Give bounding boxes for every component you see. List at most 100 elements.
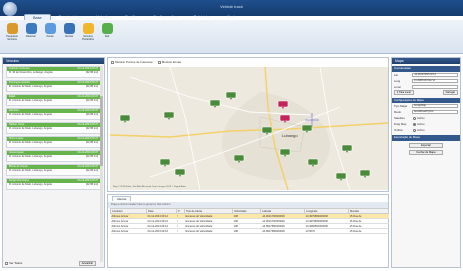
vehicle-speed: [22,95 km] [85, 98, 98, 102]
go-to-location-button[interactable]: Ir Para Local [394, 90, 414, 95]
vehicle-speed: [22,95 km] [85, 168, 98, 172]
ribbon-button-label: Pesquisar Veículos [6, 35, 18, 41]
long-field[interactable]: 13,49658157821714 [412, 78, 458, 83]
outline-label: Outline [394, 128, 403, 132]
checkbox-icon [157, 60, 161, 64]
vehicle-card-row: R. Antonio de Melo, Lubango, Angola [22,9… [7, 99, 100, 103]
vehicle-address: R. Antonio de Melo, Lubango, Angola [9, 98, 52, 102]
show-zones-checkbox[interactable]: Mostrar Zonas [157, 60, 182, 64]
vehicle-speed: [22,95 km] [85, 182, 98, 186]
map-view[interactable]: Lubango Bing © 2013 Nokia, Tele Atlas/Mi… [110, 67, 388, 190]
vehicle-card-row: R. Antonio de Melo, Lubango, Angola [22,9… [7, 155, 100, 159]
drag-map-radio[interactable] [413, 122, 416, 126]
vehicle-speed: [22,95 km] [85, 126, 98, 130]
alerts-table: Condutor Data P Tipo de Alerta Velocidade Lat… [110, 208, 389, 234]
vehicle-speed: [22,95 km] [85, 140, 98, 144]
vehicle-card-row: R. Antonio de Melo, Lubango, Angola [32,9… [7, 85, 100, 89]
ribbon-button-3[interactable]: Alertas [61, 23, 77, 38]
mode-label: Modo [394, 110, 401, 114]
table-row[interactable]: Alfonso Arimar 04-12-2013 09:12! Excesso d… [110, 228, 389, 234]
vehicle-card[interactable]: Domingos Gambo 04-12-2013 09:47 R. Antonio… [6, 80, 101, 92]
table-cell: -14,8917580000000 [260, 228, 305, 234]
window-title: Vehicle track [220, 4, 243, 9]
vehicle-list: Joachim Cortesse 03-12-2013 09:47 R. 30 de… [3, 66, 104, 190]
scrollbar-thumb[interactable] [100, 96, 103, 166]
vehicle-card-row: R. Antonio de Melo, Lubango, Angola [20,9… [7, 113, 100, 117]
export-section: Exportação de Mapa [392, 135, 460, 141]
vehicle-card[interactable]: Victor Lopes 04-12-2013 09:47 R. Antonio d… [6, 136, 101, 148]
ribbon-button-1[interactable]: Rastrear [23, 23, 39, 38]
ribbon-button-5[interactable]: Sair [99, 23, 115, 38]
vehicle-list-scrollbar[interactable] [100, 66, 103, 262]
outline-radio[interactable] [413, 128, 416, 132]
vehicle-card[interactable]: Jesus Aguiar 04-12-2013 09:47 R. Antonio d… [6, 150, 101, 162]
close-map-button[interactable]: Fechar de Mapa [409, 149, 443, 155]
mode-select[interactable]: Aerial/Road/Hybrid [412, 110, 458, 114]
ribbon-button-label: Veículos Preferidos [82, 35, 94, 41]
satellite-active-label: Activo [417, 116, 425, 120]
ribbon-button-label: Sair [104, 35, 110, 38]
load-button[interactable]: Carregar [442, 90, 458, 95]
show-points-checkbox[interactable]: Mostrar Pontos de Interesse [111, 60, 153, 64]
ribbon-toolbar: Pesquisar Veículos Rastrear Zonas Alertas Ve… [0, 20, 463, 54]
local-label: Local [394, 84, 401, 89]
track-icon [25, 23, 37, 34]
vehicle-card[interactable]: Sergio Domingos 04-12-2013 09:47 R. Antoni… [6, 178, 101, 190]
alerts-table-body: Alfonso Arimar 04-12-2013 09:12! Excesso d… [110, 213, 389, 234]
map-type-select[interactable]: GoogleMap [412, 104, 458, 108]
vehicle-card[interactable]: Edzarha 04-12-2013 09:47 R. Antonio de Mel… [6, 108, 101, 120]
table-cell: 108 [232, 228, 261, 234]
ribbon-button-label: Alertas [64, 35, 74, 38]
export-button[interactable]: Exportar [409, 142, 443, 148]
vehicle-card-row: R. Antonio de Melo, Lubango, Angola [22,9… [7, 141, 100, 145]
table-cell: 13,5070 [304, 228, 349, 234]
vehicle-search-icon [6, 23, 18, 34]
city-label: Lubango [282, 133, 298, 138]
vehicle-address: R. Antonio de Melo, Lubango, Angola [9, 84, 52, 88]
exit-icon [101, 23, 113, 34]
satellite-radio[interactable] [413, 116, 416, 120]
vehicle-address: R. 30 de Novembro, Lobango, Angola [9, 70, 53, 74]
vehicle-card[interactable]: Elijah 04-12-2013 09:47 R. Antonio de Melo… [6, 94, 101, 106]
tab-alerts[interactable]: Alertas [112, 196, 132, 201]
drag-map-active-label: Activo [417, 122, 425, 126]
vehicle-card[interactable]: Nelson Jorge 04-12-2013 09:47 R. Antonio d… [6, 122, 101, 134]
zones-icon [44, 23, 56, 34]
vehicle-card[interactable]: Bruno de Souza 04-12-2013 09:47 R. Antonio… [6, 164, 101, 176]
outline-active-label: Activo [417, 128, 425, 132]
vehicle-speed: [32,95 km] [85, 70, 98, 74]
view-all-checkbox[interactable] [5, 261, 8, 265]
vehicle-card-row: R. Antonio de Melo, Lubango, Angola [22,9… [7, 127, 100, 131]
checkbox-icon [111, 60, 114, 64]
map-panel: Mostrar Pontos de Interesse Mostrar Zona… [107, 57, 389, 192]
map-type-label: Tipo Mapa [394, 104, 408, 108]
vehicles-footer: Ver Todos Actualizar [5, 260, 102, 266]
ribbon-button-0[interactable]: Pesquisar Veículos [4, 23, 20, 41]
ribbon-button-label: Zonas [46, 35, 54, 38]
table-cell: 04-12-2013 09:12 [146, 228, 177, 234]
vehicle-address: R. Antonio de Melo, Lubango, Angola [9, 182, 52, 186]
drag-map-label: Drag Map [394, 122, 407, 126]
show-points-label: Mostrar Pontos de Interesse [115, 60, 153, 64]
refresh-button[interactable]: Actualizar [78, 261, 96, 266]
map-settings-title: Mapa [392, 58, 460, 64]
show-zones-label: Mostrar Zonas [161, 60, 182, 64]
ribbon-button-2[interactable]: Zonas [42, 23, 58, 38]
map-options-bar: Mostrar Pontos de Interesse Mostrar Zona… [108, 58, 388, 66]
local-field[interactable] [412, 84, 458, 89]
map-credit: Bing © 2013 Nokia, Tele Atlas/Microsoft … [113, 186, 186, 188]
map-settings-panel: Mapa Coordenadas Lat -14,91827681672713 L… [391, 57, 461, 268]
vehicle-card[interactable]: Joachim Cortesse 03-12-2013 09:47 R. 30 de… [6, 66, 101, 78]
map-canvas[interactable]: Lubango [110, 67, 388, 190]
vehicle-card-row: R. 30 de Novembro, Lobango, Angola [32,95… [7, 71, 100, 75]
ribbon-button-4[interactable]: Veículos Preferidos [80, 23, 96, 41]
table-cell: ! [176, 228, 185, 234]
lat-field[interactable]: -14,91827681672713 [412, 72, 458, 77]
alerts-panel: Alertas Drag a column header here to gro… [107, 194, 389, 268]
title-bar: Vehicle track Base Funcionários Veículo Ges… [0, 0, 463, 20]
view-all-label: Ver Todos [9, 261, 23, 265]
lat-label: Lat [394, 72, 398, 77]
vehicles-panel: Veículos Joachim Cortesse 03-12-2013 09:4… [2, 57, 105, 268]
alerts-icon [63, 23, 75, 34]
satellite-label: Satelites [394, 116, 405, 120]
